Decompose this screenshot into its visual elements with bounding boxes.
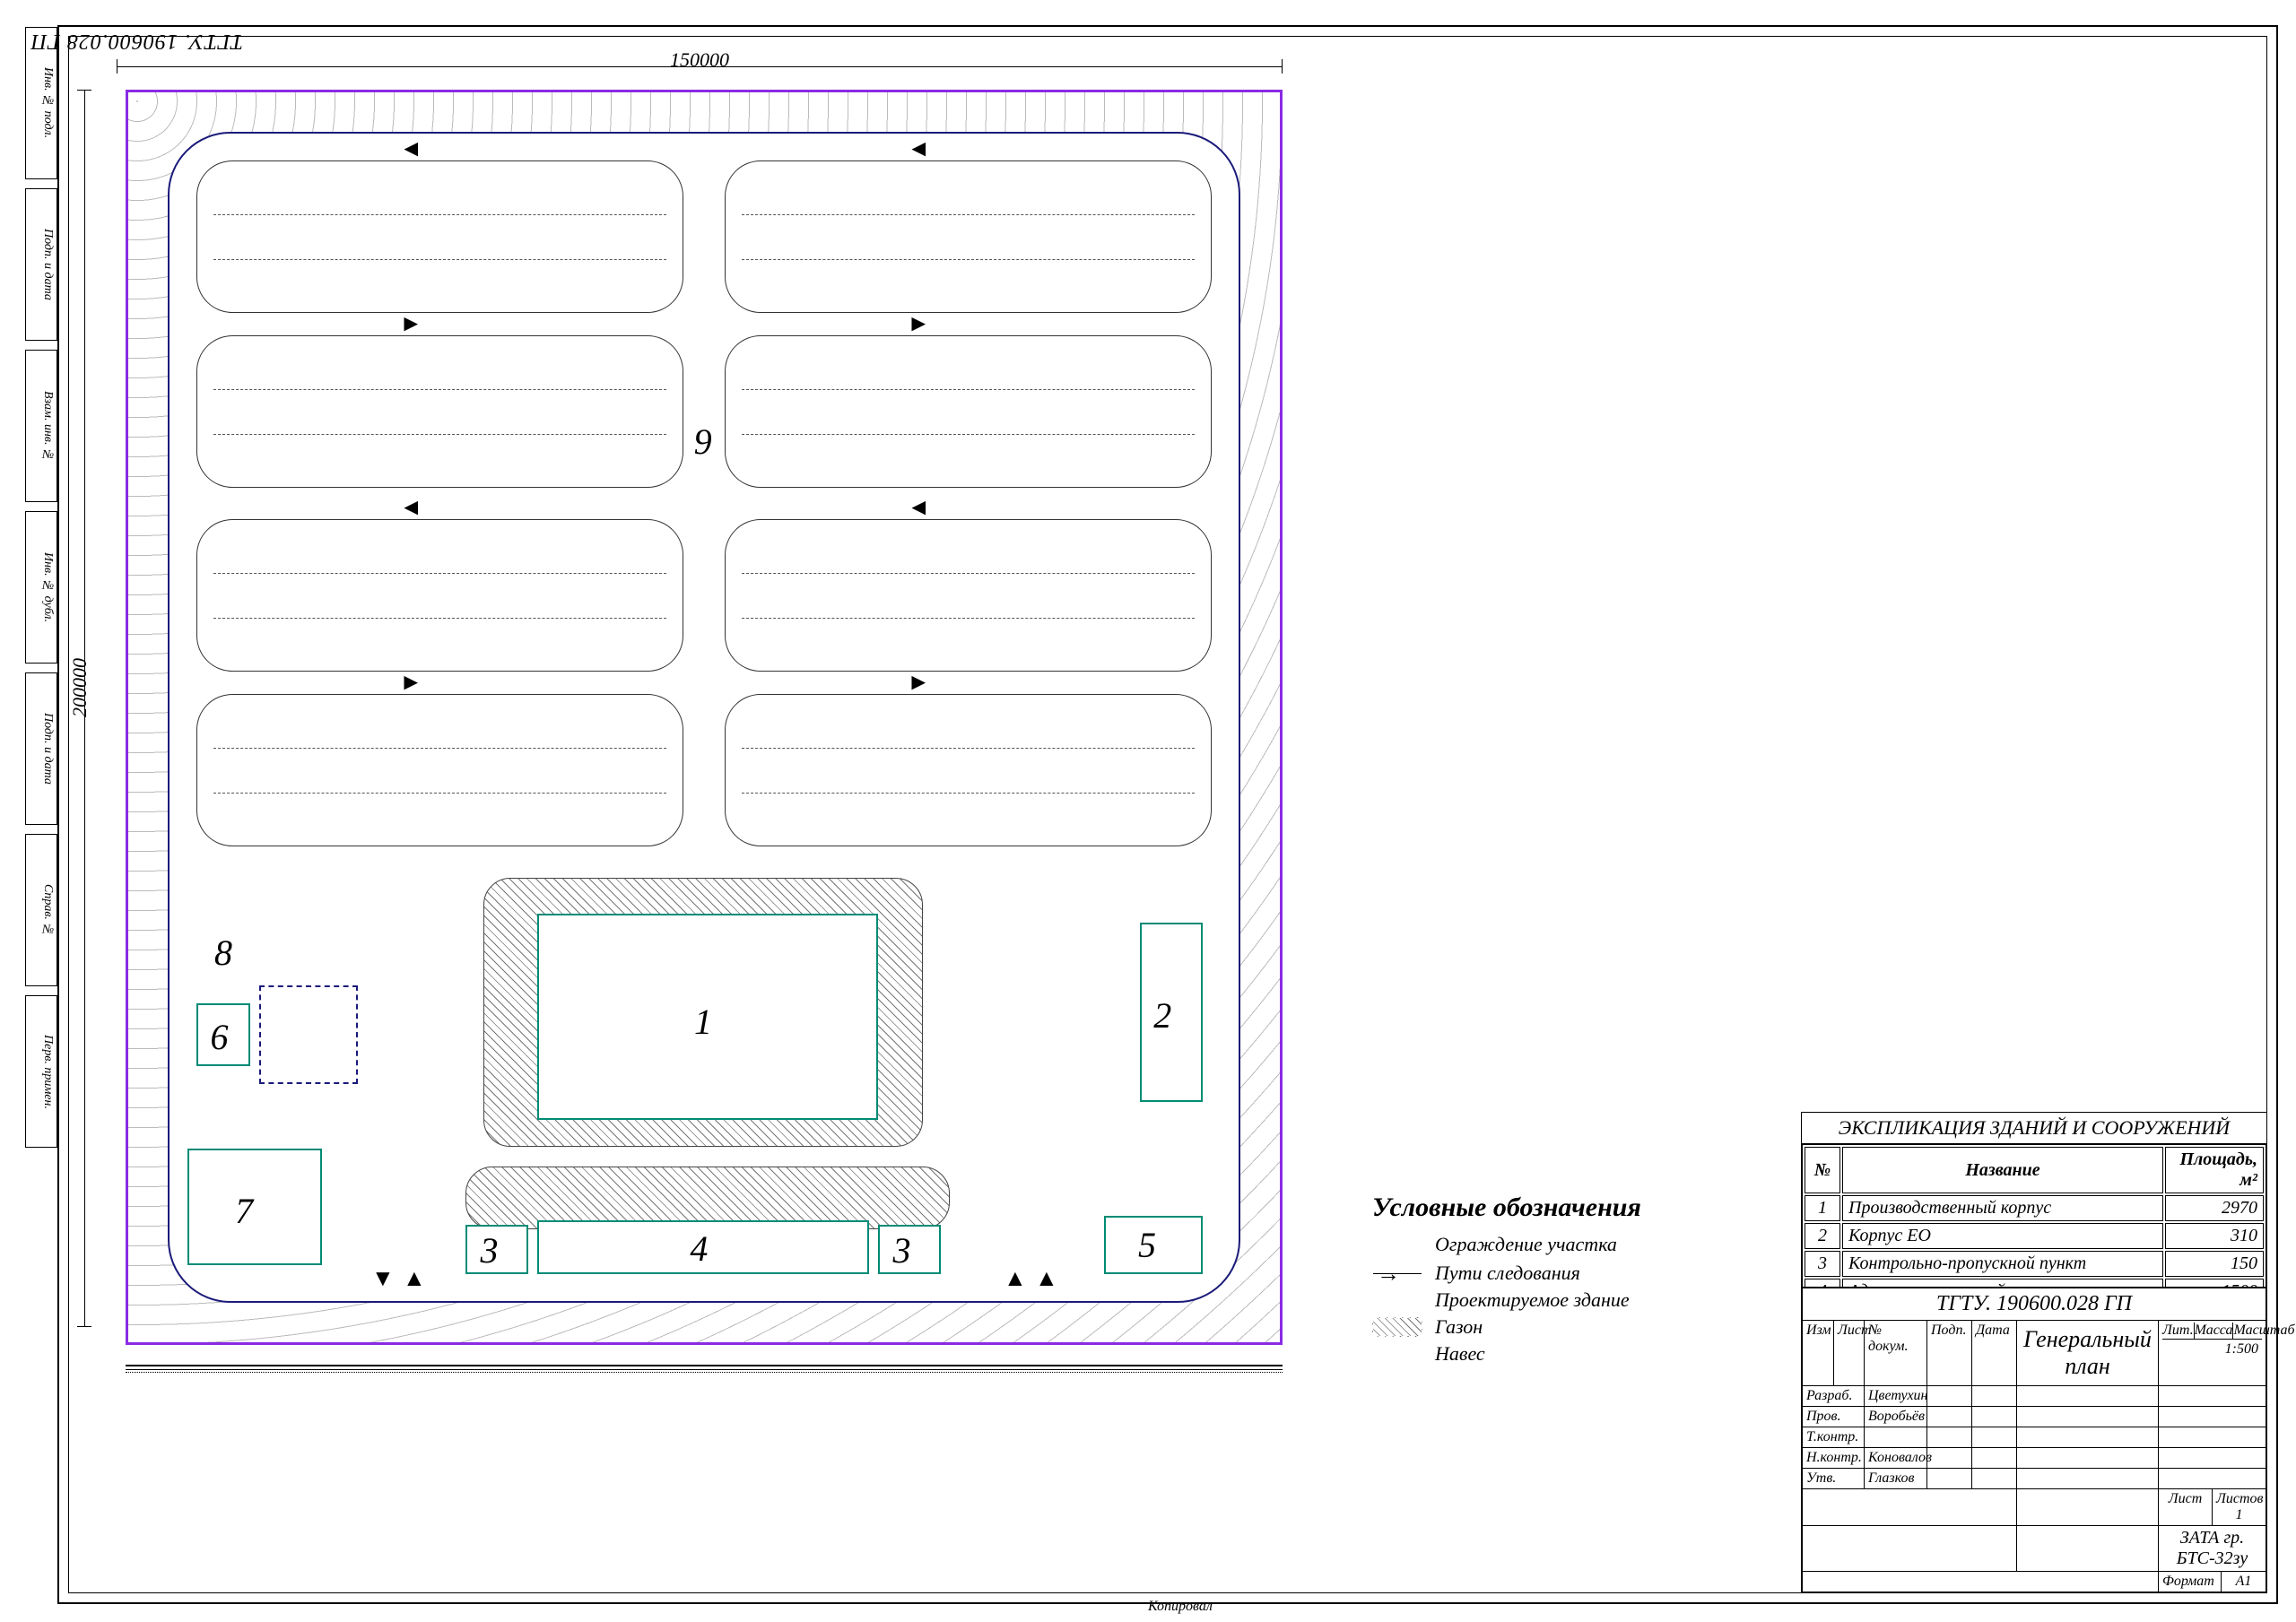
label-3: 3: [481, 1229, 499, 1271]
tb-role-row: Утв.Глазков: [1803, 1468, 2266, 1488]
tb-role-row: Н.контр.Коновалов: [1803, 1447, 2266, 1468]
parking-bay: [196, 694, 683, 846]
col-area: Площадь, м²: [2165, 1147, 2264, 1193]
binding-stamps: Инв. № подл. Подп. и дата Взам. инв. № И…: [25, 27, 57, 1596]
building-7: 7: [187, 1149, 322, 1265]
tb-massa: Масса: [2195, 1323, 2234, 1339]
inner-road: 9 ◄◄ ►► ◄◄: [168, 132, 1240, 1303]
tb-listov: Листов: [2216, 1491, 2263, 1506]
legend-item: Проектируемое здание: [1435, 1288, 1630, 1312]
label-2: 2: [1153, 994, 1171, 1037]
legend-item: Ограждение участка: [1435, 1233, 1617, 1256]
stamp: Взам. инв. №: [25, 350, 57, 502]
canopy-6: [259, 985, 358, 1084]
parking-bay: [725, 160, 1212, 313]
col-num: №: [1805, 1147, 1840, 1193]
label-1: 1: [694, 1001, 712, 1043]
legend: Условные обозначения Ограждение участка …: [1372, 1193, 1767, 1369]
building-2: 2: [1140, 923, 1203, 1102]
label-7: 7: [235, 1190, 253, 1232]
legend-item: Пути следования: [1435, 1262, 1580, 1285]
tb-title-2: план: [2022, 1353, 2152, 1380]
site-plan: 150000 200000 9 ◄◄ ►►: [117, 54, 1283, 1399]
dim-width: 150000: [117, 48, 1283, 72]
label-4: 4: [690, 1227, 708, 1270]
legend-item: Газон: [1435, 1315, 1483, 1339]
building-5: 5: [1104, 1216, 1203, 1274]
stamp: Инв. № подл.: [25, 27, 57, 179]
swatch-lawn: [1372, 1317, 1422, 1337]
building-6: 6: [196, 1003, 250, 1066]
parking-bay: [196, 335, 683, 488]
legend-item: Навес: [1435, 1342, 1485, 1366]
tb-org: ЗАТА гр. БТС-32зу: [2158, 1526, 2266, 1571]
tb-scale: 1:500: [2162, 1339, 2262, 1359]
label-3b: 3: [893, 1229, 911, 1271]
tb-format: Формат: [2158, 1572, 2221, 1592]
tb-format-v: A1: [2221, 1572, 2266, 1592]
dimension-left: 200000: [72, 90, 99, 1327]
tb-lit: Лит.: [2162, 1323, 2195, 1339]
tb-role-row: Пров.Воробьёв: [1803, 1406, 2266, 1427]
building-4: 4: [537, 1220, 869, 1274]
swatch-building: [1372, 1290, 1422, 1310]
tb-izm: Изм: [1803, 1321, 1833, 1385]
tb-data: Дата: [1971, 1321, 2016, 1385]
building-3a: 3: [465, 1225, 528, 1274]
label-8: 8: [214, 932, 232, 974]
stamp: Инв. № дубл.: [25, 511, 57, 664]
tb-ndok: № докум.: [1864, 1321, 1926, 1385]
col-name: Название: [1842, 1147, 2163, 1193]
tb-mash: Масштаб: [2233, 1323, 2294, 1339]
tb-title-1: Генеральный: [2022, 1326, 2152, 1353]
expl-row: 3Контрольно-пропускной пункт150: [1805, 1251, 2264, 1277]
building-3b: 3: [878, 1225, 941, 1274]
tb-list2: Лист: [2158, 1489, 2212, 1525]
tb-role-row: Разраб.Цветухин: [1803, 1385, 2266, 1406]
swatch-canopy: [1372, 1344, 1422, 1364]
expl-row: 1Производственный корпус2970: [1805, 1195, 2264, 1221]
legend-title: Условные обозначения: [1372, 1193, 1767, 1223]
dim-height: 200000: [68, 658, 91, 717]
ground-lines: [126, 1365, 1283, 1372]
stamp: Подп. и дата: [25, 188, 57, 341]
parking-area: 9 ◄◄ ►► ◄◄: [196, 160, 1212, 842]
parking-bay: [725, 335, 1212, 488]
expl-title: ЭКСПЛИКАЦИЯ ЗДАНИЙ И СООРУЖЕНИЙ: [1801, 1112, 2267, 1143]
swatch-fence: [1372, 1238, 1422, 1258]
title-block: ТГТУ. 190600.028 ГП Изм Лист № докум. По…: [1801, 1287, 2267, 1593]
label-6: 6: [210, 1016, 228, 1058]
stamp: Подп. и дата: [25, 672, 57, 825]
parking-bay: [196, 160, 683, 313]
footer-kopiroval: Копировал: [1148, 1599, 1213, 1615]
stamp: Справ. №: [25, 834, 57, 986]
tb-podp: Подп.: [1926, 1321, 1971, 1385]
parking-bay: [725, 519, 1212, 672]
parking-bay: [725, 694, 1212, 846]
parking-bay: [196, 519, 683, 672]
tb-list: Лист: [1833, 1321, 1864, 1385]
label-5: 5: [1138, 1224, 1156, 1266]
expl-row: 2Корпус ЕО310: [1805, 1223, 2264, 1249]
swatch-path: [1372, 1263, 1422, 1283]
building-1: 1: [537, 914, 878, 1120]
stamp: Перв. примен.: [25, 995, 57, 1148]
dimension-top: 150000: [117, 54, 1283, 81]
tb-role-row: Т.контр.: [1803, 1427, 2266, 1447]
site-fence: 9 ◄◄ ►► ◄◄: [126, 90, 1283, 1345]
tb-doc-code: ТГТУ. 190600.028 ГП: [1803, 1288, 2266, 1320]
